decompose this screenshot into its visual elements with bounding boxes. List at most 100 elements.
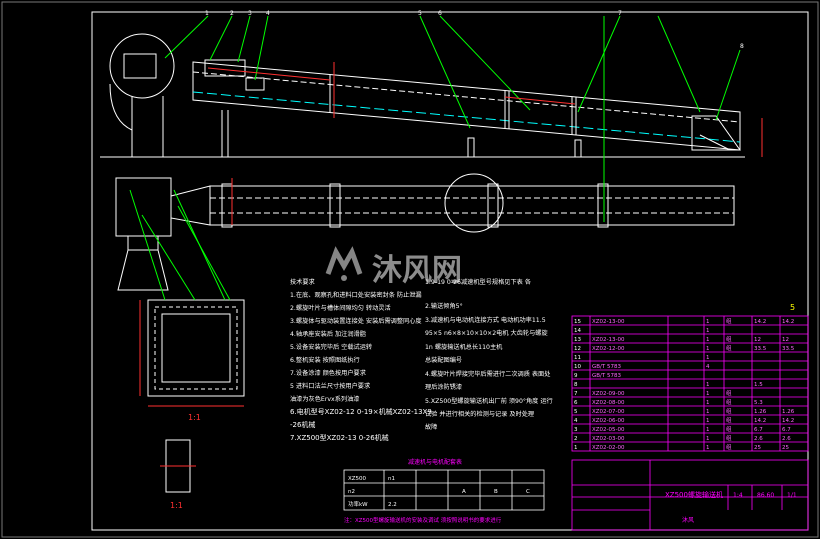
bom-text: 15 XZ02-13-00 1 组 14.2 14.214 113 XZ02-13-00 1 组 1… [574, 317, 795, 451]
bom-cell: 1 [706, 391, 710, 397]
plan-transition [170, 185, 211, 226]
callout-1: 1 [205, 10, 209, 17]
note-right-line: 95×5 n6×8×10×10×2电机 大齿轮与螺旋 [425, 329, 548, 337]
bom-cell: 13 [574, 337, 581, 343]
plan-motor-box [115, 177, 172, 237]
spec-cell: A [462, 489, 466, 495]
bom-cell: 组 [726, 407, 732, 415]
bom-cell: 1.26 [782, 409, 795, 415]
bom-cell: 14.2 [754, 319, 766, 325]
spec-cell: 2.2 [388, 502, 397, 508]
drive-motor-circle [109, 33, 175, 99]
drive-motor-box [123, 53, 157, 79]
bom-cell: XZ02-13-00 [592, 319, 625, 325]
bom-cell: 1 [706, 319, 710, 325]
detail-view [160, 439, 196, 493]
bom-cell: 33.5 [754, 346, 767, 352]
bom-cell: 1 [706, 445, 710, 451]
callout-4: 4 [266, 10, 270, 17]
bom-cell: XZ02-13-00 [592, 337, 625, 343]
note-right-line: 4.螺旋叶片焊接完毕后需进行二次调质 表面处 [425, 370, 550, 378]
bom-cell: 1 [574, 445, 578, 451]
note-left-line: -26机械 [290, 420, 315, 429]
section-view-label: 1:1 [188, 413, 201, 422]
notes-right: 1.9-19 0-26减速机型号规格见下表 各 2.输送倾角5° 3.减速机与电… [425, 278, 553, 431]
bom-cell: 组 [726, 389, 732, 397]
note-left-line: 5.设备安装完毕后 空载试运转 [290, 343, 372, 351]
note-left-line: 1.在底、观察孔和进料口处安装密封条 防止泄漏 [290, 291, 422, 299]
spec-table-caption: 减速机与电机配套表 [408, 458, 462, 466]
front-view [100, 33, 745, 158]
spec-table [343, 469, 545, 511]
bom-cell: 33.5 [782, 346, 795, 352]
spec-cell: B [494, 489, 498, 495]
bom-cell: 组 [726, 398, 732, 406]
dimension-lines [139, 62, 763, 407]
bom-cell: 2 [574, 436, 578, 442]
bom-cell: 组 [726, 443, 732, 451]
bom-cell: 14.2 [782, 319, 794, 325]
bom-cell: XZ02-07-00 [592, 409, 625, 415]
bom-cell: XZ02-08-00 [592, 400, 625, 406]
callout-8: 8 [740, 43, 744, 50]
spec-table-footnote: 注：XZ500型螺旋输送机的安装及调试 须按照说明书的要求进行 [344, 516, 502, 524]
bom-cell: 组 [726, 317, 732, 325]
bom-cell: 组 [726, 416, 732, 424]
bom-cell: 1 [706, 409, 710, 415]
bom-cell: 8 [574, 382, 578, 388]
note-left-line: 油漆为灰色Ervx系列油漆 [290, 395, 359, 403]
bom-cell: 1 [706, 436, 710, 442]
bom-cell: 12 [754, 337, 761, 343]
bom-cell: XZ02-06-00 [592, 418, 625, 424]
bom-cell: 组 [726, 434, 732, 442]
bom-cell: XZ02-09-00 [592, 391, 625, 397]
bom-cell: 组 [726, 425, 732, 433]
bom-cell: 1 [706, 328, 710, 334]
note-right-line: 故障 [425, 423, 437, 431]
note-right-line: 1n 螺旋输送机总长110主机 [425, 343, 503, 351]
bom-cell: 14.2 [754, 418, 766, 424]
sheet-number: 5 [790, 303, 795, 312]
note-right-line: 2.输送倾角5° [425, 302, 463, 310]
note-left-line: 6.电机型号XZ02-12 0-19×机械XZ02-13X9 [290, 407, 432, 416]
title-scale: 1:4 [733, 492, 743, 499]
bom-cell: 2.6 [782, 436, 791, 442]
callout-2: 2 [230, 10, 234, 17]
bom-cell: XZ02-03-00 [592, 436, 625, 442]
spec-cell: C [526, 489, 530, 495]
bom-cell: 12 [574, 346, 581, 352]
note-right-line: 理后涂防锈漆 [425, 383, 462, 391]
note-right-line: 3.减速机与电动机连接方式 电动机功率11.5 [425, 316, 546, 324]
callout-7: 7 [618, 10, 622, 17]
note-left-line: 7.设备涂漆 颜色按用户要求 [290, 369, 366, 377]
spec-cell: 功率kW [348, 500, 368, 508]
flange-section-view [147, 299, 245, 397]
callout-6: 6 [438, 10, 442, 17]
cad-drawing-canvas: 5 1:1 1:1 1 2 3 4 5 6 7 8 沐风网 技术要求 1.在底、… [1, 1, 819, 538]
bom-cell: 2.6 [754, 436, 763, 442]
inclined-trough [192, 61, 741, 151]
plan-drive-circle [444, 173, 504, 233]
callout-3: 3 [248, 10, 252, 17]
spec-cell: n2 [348, 489, 355, 495]
bom-cell: 1 [706, 427, 710, 433]
bom-cell: 1.5 [754, 382, 763, 388]
bom-cell: XZ02-12-00 [592, 346, 625, 352]
bom-cell: 25 [782, 445, 789, 451]
bom-cell: 14.2 [782, 418, 794, 424]
bom-cell: 5 [574, 409, 578, 415]
note-left-line: 技术要求 [290, 278, 315, 286]
bom-cell: 1 [706, 400, 710, 406]
note-left-line: 3.螺旋体与驱动装置连接处 安装后需调整同心度 [290, 317, 422, 325]
bom-cell: 10 [574, 364, 581, 370]
plan-hopper [117, 249, 169, 291]
note-right-line: 5.XZ500型螺旋输送机出厂前 须90°角度 运行 [425, 397, 553, 405]
bom-cell: GB/T 5783 [592, 373, 621, 379]
note-left-line: 2.螺旋叶片与槽体间隙均匀 转动灵活 [290, 304, 391, 312]
bom-cell: 4 [574, 418, 578, 424]
bom-cell: 6.7 [782, 427, 791, 433]
bom-cell: 7 [574, 391, 578, 397]
bom-cell: 5.3 [754, 400, 763, 406]
bom-cell: GB/T 5783 [592, 364, 621, 370]
bom-cell: 3 [574, 427, 578, 433]
